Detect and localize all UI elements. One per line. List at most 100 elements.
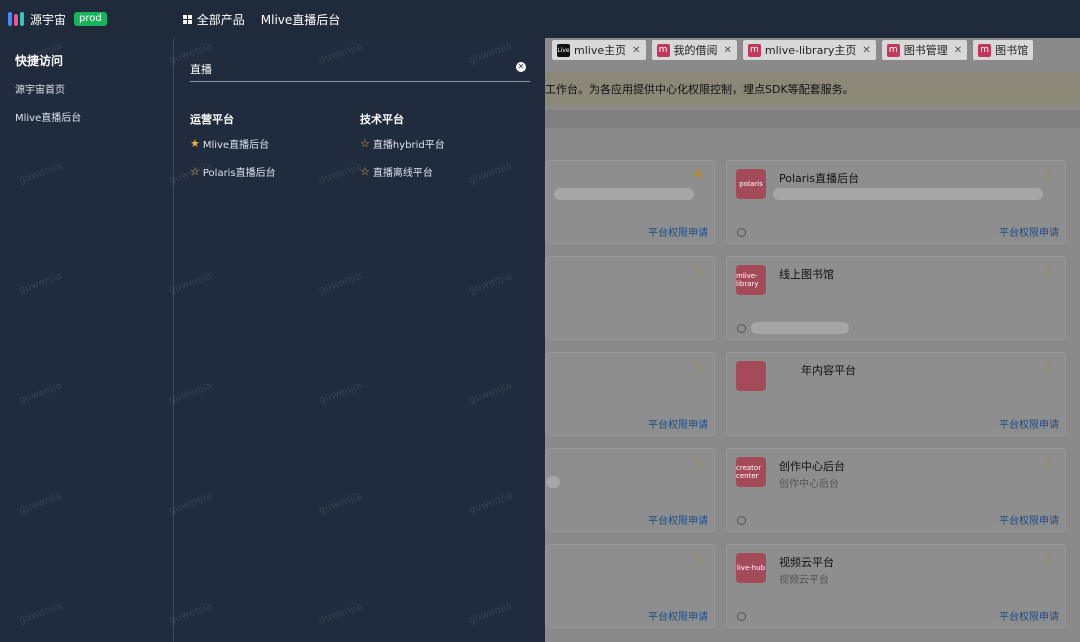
card-title: 线上图书馆: [779, 268, 834, 281]
env-badge: prod: [74, 12, 107, 26]
apply-link[interactable]: 平台权限申请: [648, 512, 708, 527]
apply-link[interactable]: 平台权限申请: [999, 224, 1059, 239]
card-subtitle: 创作中心后台: [779, 479, 839, 490]
tab-mlive-library[interactable]: m mlive-library主页 ✕: [742, 40, 876, 60]
card-creator-center[interactable]: creator center 创作中心后台 创作中心后台 ☆ 平台权限申请: [726, 448, 1066, 532]
card-title: Polaris直播后台: [779, 172, 860, 185]
m-icon: m: [747, 43, 761, 57]
library-icon: mlive-library: [736, 265, 766, 295]
star-outline-icon[interactable]: ☆: [360, 137, 370, 150]
star-outline-icon[interactable]: ☆: [360, 165, 370, 178]
star-filled-icon[interactable]: ★: [190, 137, 200, 150]
grid-icon: [182, 14, 192, 24]
comment-icon: [737, 612, 746, 621]
result-label: Mlive直播后台: [202, 140, 270, 151]
top-header: 源宇宙 prod 全部产品 Mlive直播后台: [0, 0, 1080, 38]
apply-link[interactable]: 平台权限申请: [999, 512, 1059, 527]
clear-icon[interactable]: ✕: [516, 62, 526, 72]
star-outline-icon[interactable]: ☆: [190, 165, 200, 178]
tab-label: 我的借阅: [673, 44, 718, 57]
apply-link[interactable]: 平台权限申请: [648, 224, 708, 239]
quick-access-title: 快捷访问: [15, 54, 64, 68]
comment-icon: [737, 324, 746, 333]
close-icon[interactable]: ✕: [862, 45, 870, 56]
apply-link[interactable]: 平台权限申请: [648, 416, 708, 431]
video-cloud-icon: live-hub: [736, 553, 766, 583]
apply-link[interactable]: 平台权限申请: [999, 608, 1059, 623]
blurred-text: [554, 188, 694, 200]
star-icon[interactable]: ★: [692, 167, 704, 182]
card-left-3[interactable]: ☆ 平台权限申请: [545, 352, 715, 436]
group-title-operations: 运营平台: [190, 113, 234, 126]
logo[interactable]: 源宇宙 prod: [8, 11, 107, 28]
current-product-link[interactable]: Mlive直播后台: [261, 11, 341, 28]
notice-banner: 工作台。为各应用提供中心化权限控制，埋点SDK等配套服务。: [545, 72, 1080, 106]
card-title: 年内容平台: [801, 364, 856, 377]
quick-access-sidebar: 快捷访问 源宇宙首页 Mlive直播后台: [0, 38, 174, 642]
card-content-platform[interactable]: 年内容平台 ☆ 平台权限申请: [726, 352, 1066, 436]
comment-icon: [737, 516, 746, 525]
creator-center-icon: creator center: [736, 457, 766, 487]
blurred-text: [751, 322, 849, 334]
tab-label: 图书管理: [903, 44, 948, 57]
quick-item-home[interactable]: 源宇宙首页: [15, 81, 65, 96]
star-icon[interactable]: ☆: [1043, 167, 1055, 182]
search-panel: 直播 ✕ 运营平台 ★ Mlive直播后台 ☆ Polaris直播后台 技术平台…: [174, 38, 545, 642]
quick-item-mlive[interactable]: Mlive直播后台: [15, 109, 81, 124]
search-input[interactable]: 直播: [190, 61, 212, 77]
polaris-icon: polaris: [736, 169, 766, 199]
search-underline: [190, 81, 530, 82]
star-icon[interactable]: ☆: [1043, 455, 1055, 470]
result-mlive[interactable]: ★ Mlive直播后台: [190, 136, 269, 151]
close-icon[interactable]: ✕: [954, 45, 962, 56]
card-video-cloud[interactable]: live-hub 视频云平台 视频云平台 ☆ 平台权限申请: [726, 544, 1066, 628]
section-strip: [545, 110, 1080, 128]
all-products-button[interactable]: 全部产品: [182, 11, 245, 28]
card-left-1[interactable]: ★ 平台权限申请: [545, 160, 715, 244]
m-icon: m: [656, 43, 670, 57]
star-icon[interactable]: ☆: [1043, 263, 1055, 278]
all-products-label: 全部产品: [196, 12, 245, 27]
app-name: 源宇宙: [30, 12, 67, 27]
tab-mlive-home[interactable]: Live mlive主页 ✕: [552, 40, 646, 60]
tab-my-borrow[interactable]: m 我的借阅 ✕: [651, 40, 737, 60]
close-icon[interactable]: ✕: [632, 45, 640, 56]
result-offline[interactable]: ☆ 直播离线平台: [360, 164, 433, 179]
blurred-text: [773, 188, 1043, 200]
card-subtitle: 视频云平台: [779, 575, 829, 586]
tab-label: mlive主页: [574, 44, 627, 57]
apply-link[interactable]: 平台权限申请: [648, 608, 708, 623]
star-icon[interactable]: ☆: [692, 359, 704, 374]
tab-book-management[interactable]: m 图书管理 ✕: [881, 40, 968, 60]
card-left-5[interactable]: ☆ 平台权限申请: [545, 544, 715, 628]
result-polaris[interactable]: ☆ Polaris直播后台: [190, 164, 276, 179]
star-icon[interactable]: ☆: [1043, 359, 1055, 374]
star-icon[interactable]: ☆: [692, 263, 704, 278]
close-icon[interactable]: ✕: [724, 45, 732, 56]
star-icon[interactable]: ☆: [692, 551, 704, 566]
card-title: 视频云平台: [779, 556, 834, 569]
content-platform-icon: [736, 361, 766, 391]
result-hybrid[interactable]: ☆ 直播hybrid平台: [360, 136, 445, 151]
tab-label: mlive-library主页: [764, 44, 857, 57]
result-label: 直播离线平台: [372, 168, 433, 179]
card-left-2[interactable]: ☆: [545, 256, 715, 340]
tab-library[interactable]: m 图书馆: [973, 40, 1034, 60]
group-title-tech: 技术平台: [360, 113, 404, 126]
live-icon: Live: [557, 43, 570, 57]
star-icon[interactable]: ☆: [1043, 551, 1055, 566]
logo-icon: [8, 11, 24, 27]
card-title: 创作中心后台: [779, 460, 845, 473]
tab-label: 图书馆: [995, 44, 1029, 57]
m-icon: m: [886, 43, 900, 57]
notice-text: 工作台。为各应用提供中心化权限控制，埋点SDK等配套服务。: [545, 83, 854, 96]
card-library[interactable]: mlive-library 线上图书馆 ☆: [726, 256, 1066, 340]
apply-link[interactable]: 平台权限申请: [999, 416, 1059, 431]
blurred-text: [546, 476, 560, 488]
star-icon[interactable]: ☆: [692, 455, 704, 470]
card-polaris[interactable]: polaris Polaris直播后台 ☆ 平台权限申请: [726, 160, 1066, 244]
tab-bar: Live mlive主页 ✕ m 我的借阅 ✕ m mlive-library主页 ✕ m图…: [545, 38, 1080, 62]
card-left-4[interactable]: ☆ 平台权限申请: [545, 448, 715, 532]
result-label: 直播hybrid平台: [372, 140, 445, 151]
m-icon: m: [978, 43, 992, 57]
